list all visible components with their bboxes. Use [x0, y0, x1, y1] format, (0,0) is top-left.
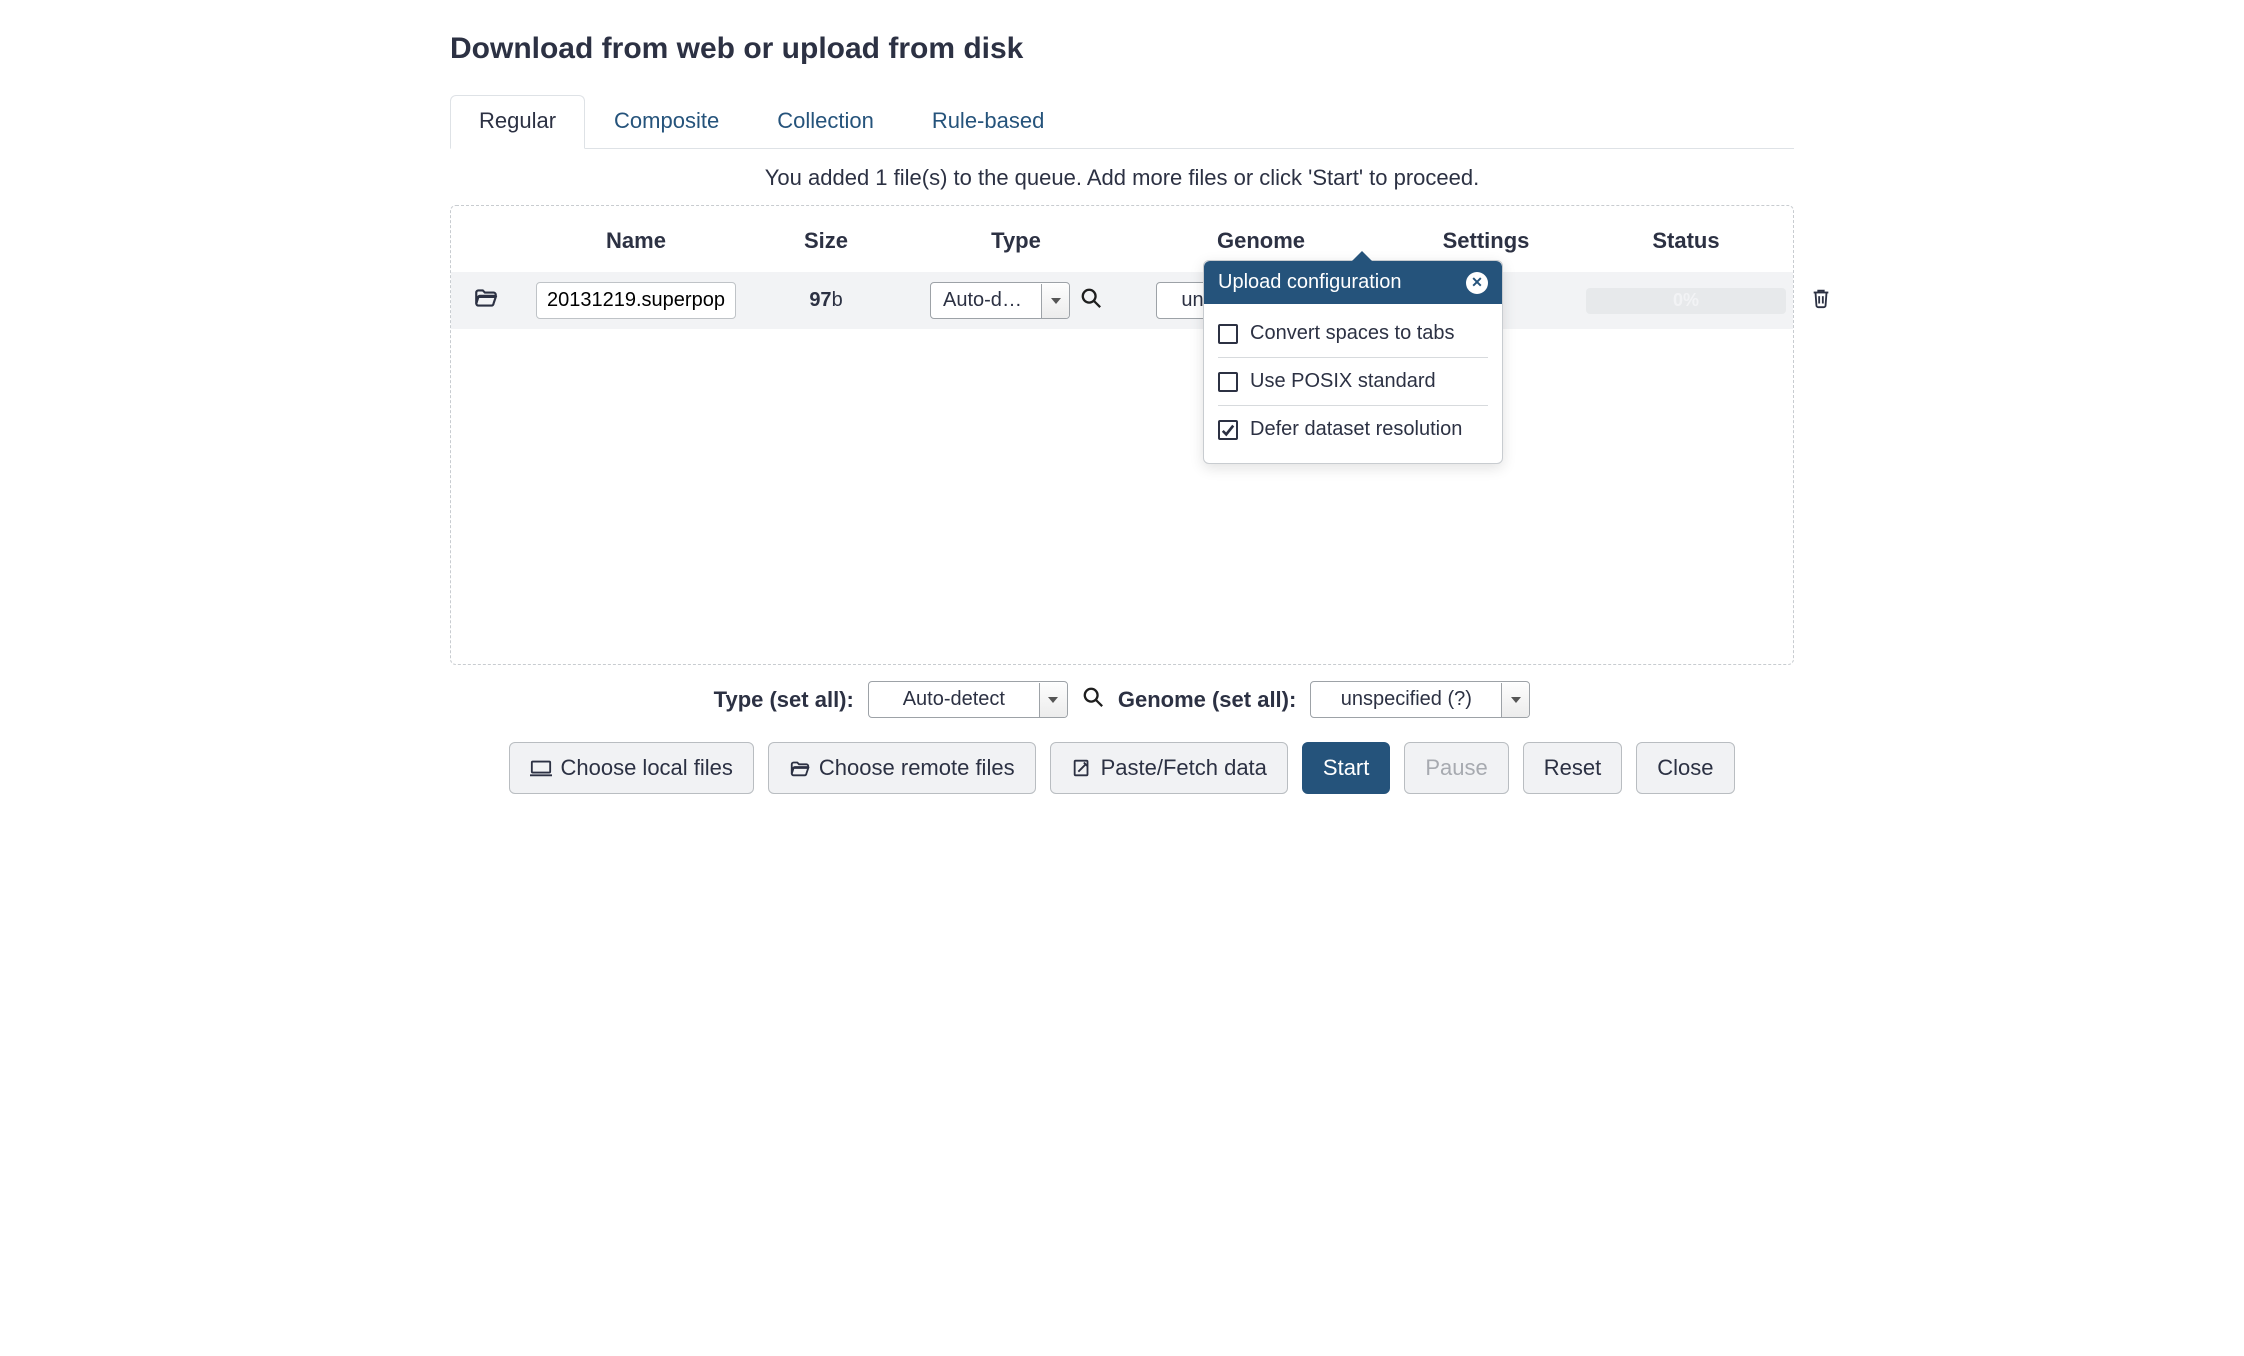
- col-settings: Settings: [1391, 228, 1581, 254]
- option-defer-resolution[interactable]: Defer dataset resolution: [1218, 406, 1488, 453]
- genome-setall-label: Genome (set all):: [1118, 687, 1296, 713]
- checkbox-icon[interactable]: [1218, 324, 1238, 344]
- tab-rule-based[interactable]: Rule-based: [903, 95, 1074, 149]
- chevron-down-icon: [1041, 284, 1069, 318]
- search-icon[interactable]: [1082, 686, 1104, 714]
- start-button[interactable]: Start: [1302, 742, 1390, 794]
- popover-header: Upload configuration ✕: [1204, 261, 1502, 304]
- chevron-down-icon: [1501, 683, 1529, 717]
- file-name-input[interactable]: [536, 282, 736, 319]
- upload-dialog: Download from web or upload from disk Re…: [422, 0, 1822, 830]
- action-buttons: Choose local files Choose remote files P…: [450, 742, 1794, 794]
- type-setall-label: Type (set all):: [714, 687, 854, 713]
- file-dropzone[interactable]: Name Size Type Genome Settings Status 97…: [450, 205, 1794, 665]
- table-row: 97 b Auto-de… unspecified (?): [451, 272, 1793, 329]
- set-all-controls: Type (set all): Auto-detect Genome (set …: [450, 681, 1794, 718]
- choose-remote-files-button[interactable]: Choose remote files: [768, 742, 1036, 794]
- col-type: Type: [901, 228, 1131, 254]
- folder-open-icon: [473, 285, 499, 316]
- checkbox-icon[interactable]: [1218, 372, 1238, 392]
- reset-button[interactable]: Reset: [1523, 742, 1622, 794]
- progress-bar: 0%: [1586, 288, 1786, 314]
- trash-icon[interactable]: [1810, 286, 1832, 315]
- file-size: 97 b: [751, 289, 901, 312]
- dialog-title: Download from web or upload from disk: [450, 32, 1794, 66]
- upload-configuration-popover: Upload configuration ✕ Convert spaces to…: [1203, 260, 1503, 464]
- option-posix[interactable]: Use POSIX standard: [1218, 358, 1488, 406]
- col-size: Size: [751, 228, 901, 254]
- col-status: Status: [1581, 228, 1791, 254]
- choose-local-files-button[interactable]: Choose local files: [509, 742, 753, 794]
- type-setall-select[interactable]: Auto-detect: [868, 681, 1068, 718]
- search-icon[interactable]: [1080, 287, 1102, 314]
- table-headers: Name Size Type Genome Settings Status: [451, 206, 1793, 272]
- chevron-down-icon: [1039, 683, 1067, 717]
- tab-bar: Regular Composite Collection Rule-based: [450, 94, 1794, 149]
- col-name: Name: [521, 228, 751, 254]
- option-convert-spaces[interactable]: Convert spaces to tabs: [1218, 310, 1488, 358]
- queue-message: You added 1 file(s) to the queue. Add mo…: [450, 165, 1794, 191]
- tab-collection[interactable]: Collection: [748, 95, 903, 149]
- genome-setall-select[interactable]: unspecified (?): [1310, 681, 1530, 718]
- tab-regular[interactable]: Regular: [450, 95, 585, 149]
- checkbox-checked-icon[interactable]: [1218, 420, 1238, 440]
- pause-button[interactable]: Pause: [1404, 742, 1508, 794]
- close-button[interactable]: Close: [1636, 742, 1734, 794]
- paste-fetch-button[interactable]: Paste/Fetch data: [1050, 742, 1288, 794]
- tab-composite[interactable]: Composite: [585, 95, 748, 149]
- type-select[interactable]: Auto-de…: [930, 282, 1070, 319]
- close-icon[interactable]: ✕: [1466, 272, 1488, 294]
